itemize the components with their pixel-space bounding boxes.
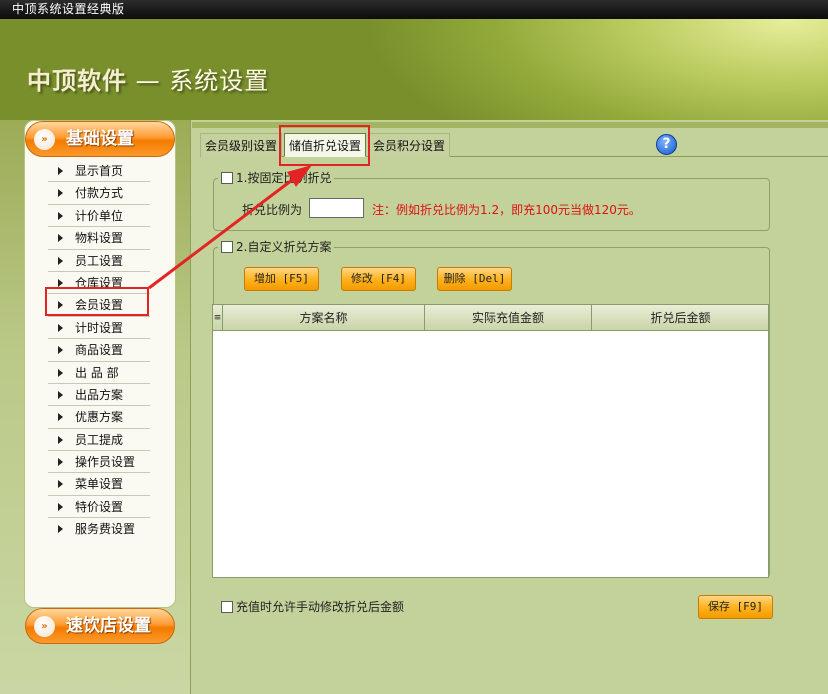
tab-stored-value-conversion[interactable]: 储值折兑设置 (284, 133, 367, 157)
annotation-arrow (148, 165, 312, 290)
